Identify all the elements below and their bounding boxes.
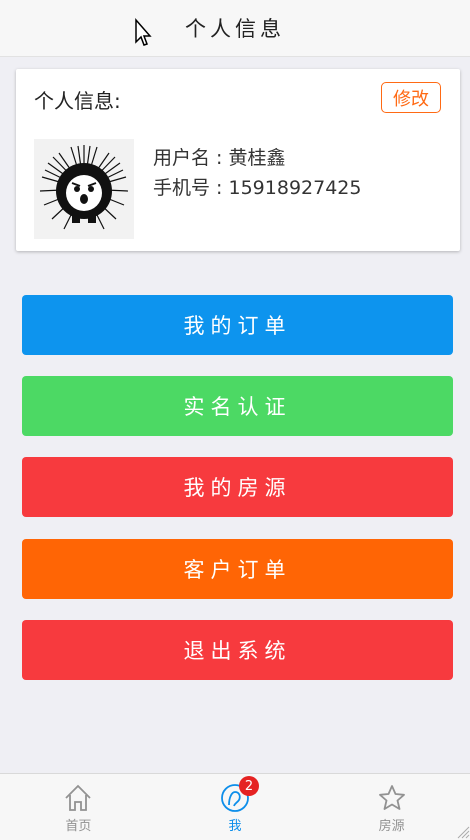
page-title: 个人信息	[185, 17, 285, 41]
tab-me-label: 我	[228, 819, 242, 834]
my-orders-button[interactable]: 我的订单	[22, 295, 453, 355]
star-icon	[378, 785, 405, 810]
resize-grip-icon[interactable]	[456, 825, 470, 839]
nav-bar: 个人信息	[0, 0, 470, 57]
edit-button[interactable]: 修改	[381, 82, 441, 113]
avatar	[34, 139, 134, 239]
phone-label: 手机号 :	[153, 177, 223, 199]
logout-button[interactable]: 退出系统	[22, 620, 453, 680]
tab-me[interactable]: 我 2	[157, 774, 314, 840]
notification-badge: 2	[239, 776, 259, 796]
username-row: 用户名 : 黄桂鑫	[153, 143, 361, 173]
hedgehog-avatar-icon	[39, 145, 129, 230]
phone-row: 手机号 : 15918927425	[153, 173, 361, 203]
tab-home-label: 首页	[65, 819, 92, 834]
tab-listings-label: 房源	[378, 819, 405, 834]
tab-bar: 首页 我 2 房源	[0, 773, 470, 840]
username-value: 黄桂鑫	[228, 147, 286, 169]
tab-listings[interactable]: 房源	[313, 774, 470, 840]
customer-orders-button[interactable]: 客户订单	[22, 539, 453, 599]
tab-home[interactable]: 首页	[0, 774, 157, 840]
mouse-cursor-icon	[135, 18, 152, 46]
my-listings-button[interactable]: 我的房源	[22, 457, 453, 517]
real-name-auth-button[interactable]: 实名认证	[22, 376, 453, 436]
profile-card: 个人信息: 修改 用户名: 黄桂鑫 手机号: 15918927425	[16, 69, 460, 251]
home-icon	[65, 784, 91, 811]
profile-section-title: 个人信息:	[34, 89, 121, 113]
phone-value: 15918927425	[228, 177, 362, 199]
user-info: 用户名 : 黄桂鑫 手机号 : 15918927425	[153, 143, 361, 203]
username-label: 用户名 :	[153, 147, 223, 169]
